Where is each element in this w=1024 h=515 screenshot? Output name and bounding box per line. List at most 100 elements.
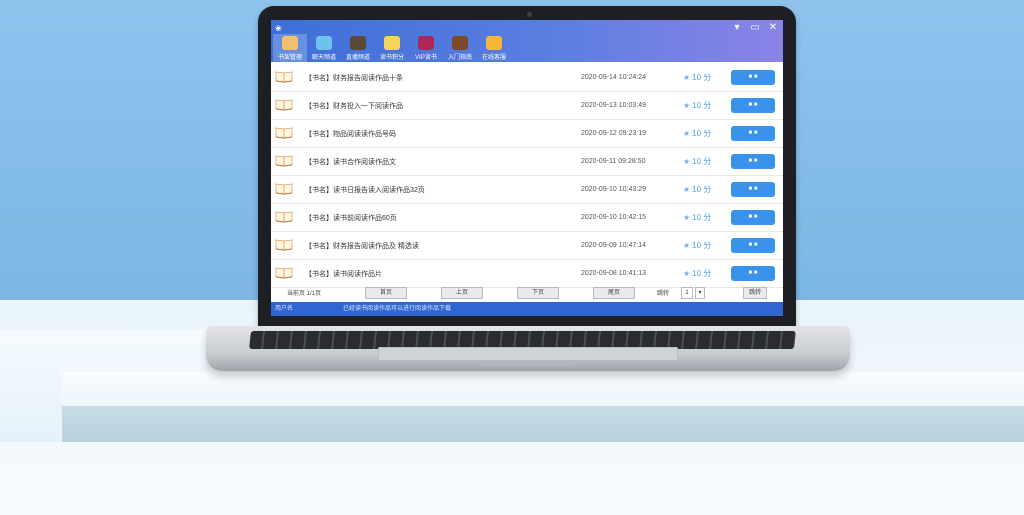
score-value: 10 分	[692, 157, 712, 166]
status-message: 已经读书阅读作品可以进行阅读作品下载	[343, 306, 452, 312]
item-date: 2020-09-10 10:43:29	[581, 186, 646, 193]
toolbar-item-5[interactable]: 入门指南	[443, 34, 477, 62]
pagination-bar: 当前页 1/1页 首页 上页 下页 尾页 跳转 1 ▾ 跳转	[271, 284, 783, 302]
menu-dropdown-icon[interactable]: ▾	[731, 22, 743, 33]
vip-icon	[418, 36, 434, 50]
star-icon: ★	[683, 129, 691, 138]
item-action-button[interactable]: ■ ■	[731, 126, 775, 141]
item-date: 2020-09-09 10:47:14	[581, 242, 646, 249]
prev-page-button[interactable]: 上页	[441, 287, 483, 299]
open-book-icon	[275, 239, 293, 251]
item-action-button[interactable]: ■ ■	[731, 266, 775, 281]
app-logo-icon: ❀	[275, 24, 282, 33]
list-item: 【书名】读书日报告读入阅读作品32页 2020-09-10 10:43:29 ★ 10…	[271, 176, 783, 204]
app-window: ❀ 书架管理 聊天频道 直播频道 读书积分 VIP读书 入门指南 在线客服 ▾ ▭ ✕ 【书…	[271, 20, 783, 316]
item-date: 2020-09-08 10:41:13	[581, 270, 646, 277]
first-page-button[interactable]: 首页	[365, 287, 407, 299]
star-icon: ★	[683, 185, 691, 194]
star-icon: ★	[683, 269, 691, 278]
item-score: ★ 10 分	[683, 128, 711, 139]
lid-notch	[476, 360, 576, 366]
open-book-icon	[275, 127, 293, 139]
status-bar: 用户名 已经读书阅读作品可以进行阅读作品下载	[271, 302, 783, 316]
item-title: 【书名】读书阅读作品片	[305, 270, 382, 278]
score-value: 10 分	[692, 185, 712, 194]
item-score: ★ 10 分	[683, 100, 711, 111]
star-icon: ★	[683, 157, 691, 166]
touchpad	[378, 347, 678, 361]
gift-icon	[384, 36, 400, 50]
item-action-button[interactable]: ■ ■	[731, 98, 775, 113]
list-item: 【书名】物品阅读读作品号码 2020-09-12 09:23:19 ★ 10 分 ■ ■	[271, 120, 783, 148]
toolbar-item-label: VIP读书	[415, 55, 437, 61]
item-score: ★ 10 分	[683, 268, 711, 279]
toolbar-item-1[interactable]: 聊天频道	[307, 34, 341, 62]
rabbit-icon	[282, 36, 298, 50]
globe-icon	[316, 36, 332, 50]
item-title: 【书名】财务报告阅读作品及 精选读	[305, 242, 419, 250]
item-title: 【书名】财务报告阅读作品十条	[305, 74, 403, 82]
item-date: 2020-09-12 09:23:19	[581, 130, 646, 137]
star-icon: ★	[683, 241, 691, 250]
score-value: 10 分	[692, 129, 712, 138]
item-date: 2020-09-13 10:03:49	[581, 102, 646, 109]
camera-icon	[527, 12, 532, 17]
star-icon: ★	[683, 73, 691, 82]
toolbar-item-label: 直播频道	[345, 55, 370, 61]
star-icon: ★	[683, 213, 691, 222]
title-bar: ❀ 书架管理 聊天频道 直播频道 读书积分 VIP读书 入门指南 在线客服 ▾ ▭ ✕	[271, 20, 783, 62]
open-book-icon	[275, 99, 293, 111]
next-page-button[interactable]: 下页	[517, 287, 559, 299]
toolbar-item-0[interactable]: 书架管理	[273, 34, 307, 62]
item-action-button[interactable]: ■ ■	[731, 238, 775, 253]
item-date: 2020-09-14 10:24:24	[581, 74, 646, 81]
maximize-icon[interactable]: ▭	[749, 22, 761, 33]
last-page-button[interactable]: 尾页	[593, 287, 635, 299]
toolbar-item-label: 在线客服	[481, 55, 506, 61]
item-action-button[interactable]: ■ ■	[731, 154, 775, 169]
item-score: ★ 10 分	[683, 184, 711, 195]
toolbar-item-3[interactable]: 读书积分	[375, 34, 409, 62]
board-icon	[350, 36, 366, 50]
sun-icon	[486, 36, 502, 50]
book-list: 【书名】财务报告阅读作品十条 2020-09-14 10:24:24 ★ 10 分 ■ …	[271, 64, 783, 288]
toolbar-item-label: 聊天频道	[311, 55, 336, 61]
item-action-button[interactable]: ■ ■	[731, 70, 775, 85]
page-number-input[interactable]: 1	[681, 287, 693, 299]
item-score: ★ 10 分	[683, 72, 711, 83]
item-action-button[interactable]: ■ ■	[731, 182, 775, 197]
page-info: 当前页 1/1页	[287, 291, 322, 297]
score-value: 10 分	[692, 213, 712, 222]
goto-label: 跳转	[657, 291, 670, 297]
score-value: 10 分	[692, 101, 712, 110]
list-item: 【书名】财务报告阅读作品及 精选读 2020-09-09 10:47:14 ★ 10 …	[271, 232, 783, 260]
toolbar-item-6[interactable]: 在线客服	[477, 34, 511, 62]
list-item: 【书名】读书合作阅读作品文 2020-09-11 09:28:50 ★ 10 分 ■ ■	[271, 148, 783, 176]
open-book-icon	[275, 211, 293, 223]
list-item: 【书名】财务报告阅读作品十条 2020-09-14 10:24:24 ★ 10 分 ■ …	[271, 64, 783, 92]
open-book-icon	[275, 155, 293, 167]
score-value: 10 分	[692, 269, 712, 278]
item-action-button[interactable]: ■ ■	[731, 210, 775, 225]
open-book-icon	[275, 183, 293, 195]
toolbar-item-4[interactable]: VIP读书	[409, 34, 443, 62]
toolbar-item-label: 读书积分	[379, 55, 404, 61]
toolbar-item-2[interactable]: 直播频道	[341, 34, 375, 62]
item-title: 【书名】读书日报告读入阅读作品32页	[305, 186, 425, 194]
score-value: 10 分	[692, 73, 712, 82]
item-title: 【书名】读书前阅读作品60页	[305, 214, 397, 222]
item-title: 【书名】读书合作阅读作品文	[305, 158, 396, 166]
item-title: 【书名】财务投入一下阅读作品	[305, 102, 403, 110]
platform-top	[62, 372, 1024, 408]
item-date: 2020-09-10 10:42:15	[581, 214, 646, 221]
open-book-icon	[275, 267, 293, 279]
item-date: 2020-09-11 09:28:50	[581, 158, 646, 165]
close-icon[interactable]: ✕	[767, 22, 779, 33]
toolbar-item-label: 书架管理	[277, 55, 302, 61]
score-value: 10 分	[692, 241, 712, 250]
item-title: 【书名】物品阅读读作品号码	[305, 130, 396, 138]
go-button[interactable]: 跳转	[743, 287, 767, 299]
platform-front	[62, 406, 1024, 442]
page-select-chevron-icon[interactable]: ▾	[695, 287, 705, 299]
item-score: ★ 10 分	[683, 240, 711, 251]
